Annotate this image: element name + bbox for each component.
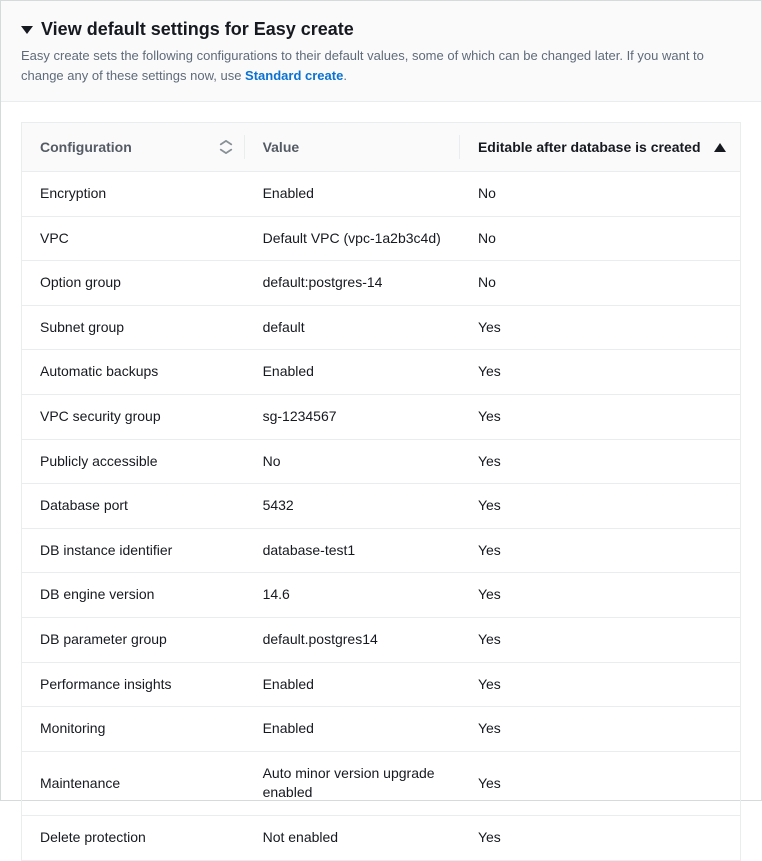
column-label-configuration: Configuration <box>40 139 132 155</box>
cell-value: Not enabled <box>245 815 460 859</box>
cell-configuration: DB parameter group <box>22 617 245 662</box>
column-header-value[interactable]: Value <box>245 123 460 172</box>
cell-value: default:postgres-14 <box>245 261 460 306</box>
cell-value: Enabled <box>245 172 460 217</box>
cell-configuration: Performance insights <box>22 662 245 707</box>
cell-configuration: Publicly accessible <box>22 439 245 484</box>
cell-editable: Yes <box>460 573 740 618</box>
cell-editable: No <box>460 216 740 261</box>
description-text-post: . <box>343 68 347 83</box>
table-row: Database port5432Yes <box>22 484 740 529</box>
table-row: VPCDefault VPC (vpc-1a2b3c4d)No <box>22 216 740 261</box>
cell-value: Enabled <box>245 350 460 395</box>
column-label-editable: Editable after database is created <box>478 139 701 155</box>
cell-editable: Yes <box>460 394 740 439</box>
cell-editable: Yes <box>460 305 740 350</box>
cell-editable: Yes <box>460 815 740 859</box>
table-row: EncryptionEnabledNo <box>22 172 740 217</box>
table-row: Automatic backupsEnabledYes <box>22 350 740 395</box>
standard-create-link[interactable]: Standard create <box>245 68 343 83</box>
panel-title: View default settings for Easy create <box>41 19 354 40</box>
cell-configuration: VPC security group <box>22 394 245 439</box>
cell-configuration: DB instance identifier <box>22 528 245 573</box>
panel-header: View default settings for Easy create Ea… <box>1 1 761 102</box>
table-row: Subnet groupdefaultYes <box>22 305 740 350</box>
cell-editable: Yes <box>460 617 740 662</box>
cell-configuration: Subnet group <box>22 305 245 350</box>
description-text-pre: Easy create sets the following configura… <box>21 48 704 83</box>
cell-editable: Yes <box>460 751 740 815</box>
cell-editable: Yes <box>460 662 740 707</box>
table-header-row: Configuration Value <box>22 123 740 172</box>
table-wrapper: Configuration Value <box>21 122 741 861</box>
cell-configuration: Encryption <box>22 172 245 217</box>
cell-editable: No <box>460 261 740 306</box>
sort-ascending-icon <box>714 143 726 152</box>
panel-description: Easy create sets the following configura… <box>21 46 741 85</box>
cell-value: Enabled <box>245 662 460 707</box>
cell-configuration: Option group <box>22 261 245 306</box>
cell-editable: Yes <box>460 484 740 529</box>
table-row: VPC security groupsg-1234567Yes <box>22 394 740 439</box>
column-label-value: Value <box>263 139 300 155</box>
table-row: DB instance identifierdatabase-test1Yes <box>22 528 740 573</box>
table-row: DB parameter groupdefault.postgres14Yes <box>22 617 740 662</box>
table-row: Performance insightsEnabledYes <box>22 662 740 707</box>
table-body: EncryptionEnabledNoVPCDefault VPC (vpc-1… <box>22 172 740 860</box>
cell-configuration: Monitoring <box>22 707 245 752</box>
cell-configuration: Automatic backups <box>22 350 245 395</box>
table-row: MonitoringEnabledYes <box>22 707 740 752</box>
table-row: Delete protectionNot enabledYes <box>22 815 740 859</box>
sort-icon <box>219 140 233 154</box>
cell-editable: No <box>460 172 740 217</box>
panel-title-row[interactable]: View default settings for Easy create <box>21 19 741 40</box>
cell-value: default.postgres14 <box>245 617 460 662</box>
cell-value: Auto minor version upgrade enabled <box>245 751 460 815</box>
cell-configuration: VPC <box>22 216 245 261</box>
column-header-configuration[interactable]: Configuration <box>22 123 245 172</box>
cell-value: 5432 <box>245 484 460 529</box>
settings-table: Configuration Value <box>22 123 740 860</box>
collapse-caret-icon <box>21 26 33 34</box>
table-row: Publicly accessibleNoYes <box>22 439 740 484</box>
cell-value: sg-1234567 <box>245 394 460 439</box>
cell-value: 14.6 <box>245 573 460 618</box>
cell-editable: Yes <box>460 528 740 573</box>
panel-container: View default settings for Easy create Ea… <box>0 0 762 801</box>
cell-configuration: Delete protection <box>22 815 245 859</box>
table-container: Configuration Value <box>1 102 761 861</box>
cell-configuration: DB engine version <box>22 573 245 618</box>
table-row: MaintenanceAuto minor version upgrade en… <box>22 751 740 815</box>
cell-configuration: Maintenance <box>22 751 245 815</box>
cell-value: Enabled <box>245 707 460 752</box>
cell-value: default <box>245 305 460 350</box>
table-row: DB engine version14.6Yes <box>22 573 740 618</box>
cell-editable: Yes <box>460 707 740 752</box>
cell-value: database-test1 <box>245 528 460 573</box>
cell-value: No <box>245 439 460 484</box>
cell-configuration: Database port <box>22 484 245 529</box>
table-row: Option groupdefault:postgres-14No <box>22 261 740 306</box>
cell-value: Default VPC (vpc-1a2b3c4d) <box>245 216 460 261</box>
cell-editable: Yes <box>460 439 740 484</box>
cell-editable: Yes <box>460 350 740 395</box>
column-header-editable[interactable]: Editable after database is created <box>460 123 740 172</box>
